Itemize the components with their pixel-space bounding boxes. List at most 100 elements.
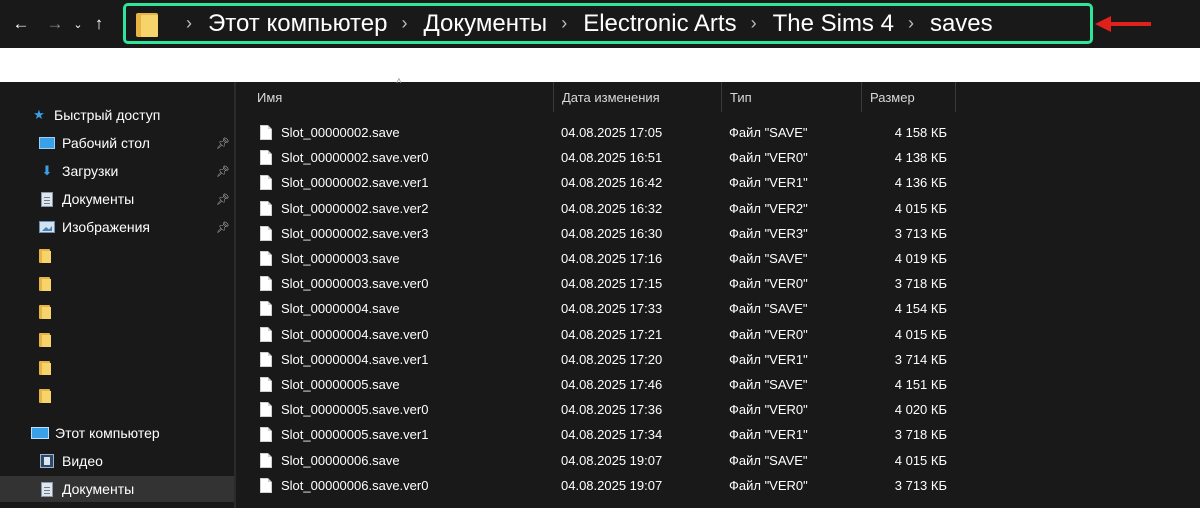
pin-icon[interactable]: 📌︎ — [216, 137, 230, 150]
forward-button[interactable]: → — [42, 9, 68, 39]
red-arrow-annotation-icon — [1095, 16, 1151, 32]
file-row[interactable]: Slot_00000006.save.ver0 04.08.2025 19:07 Ф… — [254, 473, 954, 498]
file-date: 04.08.2025 19:07 — [561, 452, 663, 468]
file-type: Файл "SAVE" — [729, 452, 808, 468]
file-date: 04.08.2025 17:05 — [561, 125, 663, 140]
file-icon — [260, 200, 272, 216]
file-row[interactable]: Slot_00000005.save.ver1 04.08.2025 17:34 Ф… — [254, 422, 954, 447]
file-name: Slot_00000002.save.ver2 — [281, 200, 429, 216]
sidebar-item-video[interactable]: Видео — [0, 448, 234, 474]
sidebar-item-folder[interactable] — [0, 270, 234, 296]
column-header-type[interactable]: Тип — [722, 82, 861, 112]
file-row[interactable]: Slot_00000002.save.ver1 04.08.2025 16:42 Ф… — [254, 170, 954, 195]
file-row[interactable]: Slot_00000002.save.ver2 04.08.2025 16:32 Ф… — [254, 196, 954, 221]
pin-icon[interactable]: 📌︎ — [216, 221, 230, 234]
sidebar-item-pictures[interactable]: Изображения 📌︎ — [0, 214, 234, 240]
breadcrumb-documents[interactable]: Документы — [423, 10, 547, 38]
sidebar-item-label: Загрузки — [62, 163, 119, 179]
column-header-date[interactable]: Дата изменения — [554, 82, 721, 112]
file-name: Slot_00000005.save.ver0 — [281, 402, 429, 418]
sidebar-item-pc-documents[interactable]: Документы — [0, 476, 234, 502]
breadcrumb-saves[interactable]: saves — [930, 10, 993, 38]
file-size: 4 019 КБ — [894, 251, 947, 266]
file-name: Slot_00000005.save — [281, 377, 400, 392]
file-size: 4 136 КБ — [894, 175, 947, 191]
file-type: Файл "VER1" — [729, 351, 808, 367]
column-header-label: Тип — [730, 89, 752, 105]
sidebar-item-folder[interactable] — [0, 326, 234, 352]
file-icon — [260, 377, 272, 392]
column-header-size[interactable]: Размер — [862, 82, 955, 112]
file-type: Файл "SAVE" — [729, 125, 808, 140]
chevron-right-icon[interactable]: › — [186, 13, 192, 34]
forward-arrow-icon: → — [46, 14, 64, 33]
file-row[interactable]: Slot_00000005.save.ver0 04.08.2025 17:36 Ф… — [254, 397, 954, 422]
file-date: 04.08.2025 17:33 — [561, 301, 663, 317]
file-type: Файл "VER0" — [729, 150, 808, 166]
video-icon — [38, 453, 56, 469]
chevron-right-icon[interactable]: › — [751, 13, 757, 34]
sidebar-item-desktop[interactable]: Рабочий стол 📌︎ — [0, 130, 234, 156]
file-name: Slot_00000002.save — [281, 125, 400, 140]
file-row[interactable]: Slot_00000002.save 04.08.2025 17:05 Файл "… — [254, 120, 954, 145]
file-row[interactable]: Slot_00000004.save 04.08.2025 17:33 Файл "… — [254, 296, 954, 321]
file-name-cell: Slot_00000005.save.ver1 — [260, 422, 550, 447]
breadcrumb-this-pc[interactable]: Этот компьютер — [208, 10, 387, 38]
file-name-cell: Slot_00000004.save.ver1 — [260, 347, 550, 372]
file-icon — [260, 326, 272, 342]
sidebar-item-folder[interactable] — [0, 382, 234, 408]
sidebar-item-folder[interactable] — [0, 354, 234, 380]
file-date: 04.08.2025 17:15 — [561, 276, 663, 292]
sidebar-item-quick-access[interactable]: ★ Быстрый доступ — [0, 102, 234, 128]
sidebar-item-downloads[interactable]: ⬇ Загрузки 📌︎ — [0, 158, 234, 184]
file-icon — [260, 402, 272, 418]
file-name-cell: Slot_00000003.save.ver0 — [260, 271, 550, 296]
file-row[interactable]: Slot_00000004.save.ver1 04.08.2025 17:20 Ф… — [254, 347, 954, 372]
chevron-right-icon[interactable]: › — [401, 13, 407, 34]
pin-icon[interactable]: 📌︎ — [216, 165, 230, 178]
file-name-cell: Slot_00000003.save — [260, 246, 550, 271]
file-date: 04.08.2025 16:51 — [561, 150, 663, 166]
file-date: 04.08.2025 17:36 — [561, 402, 663, 418]
file-size: 3 714 КБ — [894, 351, 947, 367]
file-row[interactable]: Slot_00000002.save.ver0 04.08.2025 16:51 Ф… — [254, 145, 954, 170]
back-button[interactable]: ← — [8, 9, 34, 39]
column-header-name[interactable]: Имя — [249, 82, 553, 112]
file-row[interactable]: Slot_00000003.save.ver0 04.08.2025 17:15 Ф… — [254, 271, 954, 296]
file-date: 04.08.2025 19:07 — [561, 477, 663, 493]
breadcrumb-electronic-arts[interactable]: Electronic Arts — [583, 10, 736, 38]
recent-locations-button[interactable]: ⌄ — [68, 9, 88, 39]
sidebar-item-this-pc[interactable]: Этот компьютер — [0, 420, 234, 446]
sidebar-item-folder[interactable] — [0, 242, 234, 268]
file-type: Файл "SAVE" — [729, 251, 808, 266]
file-size: 4 015 КБ — [894, 326, 947, 342]
file-name: Slot_00000006.save.ver0 — [281, 477, 429, 493]
up-button[interactable]: ↑ — [88, 9, 110, 39]
file-name: Slot_00000003.save.ver0 — [281, 276, 429, 292]
pin-icon[interactable]: 📌︎ — [216, 193, 230, 206]
breadcrumb-the-sims-4[interactable]: The Sims 4 — [773, 10, 894, 38]
chevron-right-icon[interactable]: › — [908, 13, 914, 34]
sidebar-item-label: Изображения — [62, 219, 150, 235]
column-separator[interactable] — [955, 82, 956, 112]
file-size: 3 713 КБ — [894, 477, 947, 493]
address-bar[interactable]: › Этот компьютер › Документы › Electroni… — [123, 3, 1093, 44]
file-icon — [260, 125, 272, 140]
file-size: 3 718 КБ — [894, 276, 947, 292]
file-row[interactable]: Slot_00000004.save.ver0 04.08.2025 17:21 Ф… — [254, 322, 954, 347]
file-name-cell: Slot_00000002.save — [260, 120, 550, 145]
file-row[interactable]: Slot_00000005.save 04.08.2025 17:46 Файл "… — [254, 372, 954, 397]
file-type: Файл "VER2" — [729, 200, 808, 216]
file-row[interactable]: Slot_00000006.save 04.08.2025 19:07 Файл "… — [254, 448, 954, 473]
star-icon: ★ — [33, 107, 45, 122]
file-row[interactable]: Slot_00000003.save 04.08.2025 17:16 Файл "… — [254, 246, 954, 271]
sidebar-item-documents[interactable]: Документы 📌︎ — [0, 186, 234, 212]
file-name-cell: Slot_00000005.save — [260, 372, 550, 397]
sidebar-item-folder[interactable] — [0, 298, 234, 324]
file-icon — [260, 477, 272, 493]
file-size: 4 154 КБ — [894, 301, 947, 317]
chevron-right-icon[interactable]: › — [561, 13, 567, 34]
pictures-icon — [38, 219, 56, 235]
file-row[interactable]: Slot_00000002.save.ver3 04.08.2025 16:30 Ф… — [254, 221, 954, 246]
folder-icon — [39, 332, 51, 347]
